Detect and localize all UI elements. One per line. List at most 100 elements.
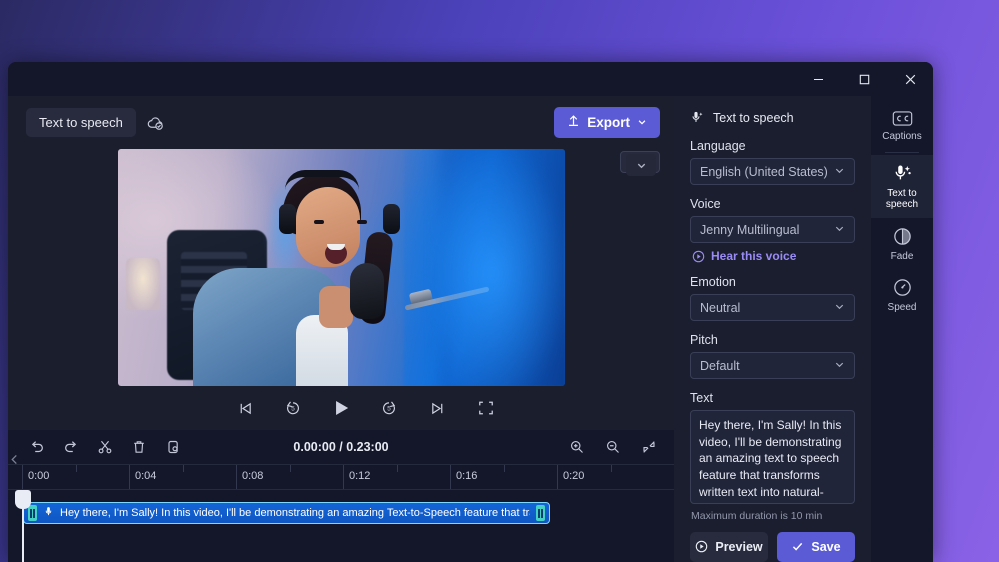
voice-select[interactable]: Jenny Multilingual [690, 216, 855, 244]
zoom-out-button[interactable] [602, 436, 624, 458]
language-label: Language [690, 139, 746, 153]
pitch-value: Default [700, 358, 740, 373]
language-select[interactable]: English (United States) [690, 158, 855, 186]
cloud-saved-icon [146, 113, 165, 132]
video-frame-image [117, 149, 565, 386]
ruler-tick-label: 0:08 [242, 470, 264, 482]
split-button[interactable] [94, 436, 116, 458]
export-button[interactable]: Export [554, 106, 660, 138]
project-name-field[interactable]: Text to speech [26, 107, 136, 137]
emotion-label: Emotion [690, 275, 736, 290]
emotion-select[interactable]: Neutral [690, 294, 855, 322]
rail-label-fade: Fade [890, 250, 914, 262]
audio-voice-icon [43, 504, 54, 522]
ruler-tick-major: 0:04 [129, 465, 156, 489]
playback-controls: 5 5 [8, 386, 674, 430]
svg-text:5: 5 [387, 406, 391, 413]
close-button[interactable] [887, 62, 933, 96]
hear-this-voice-button[interactable]: Hear this voice [692, 249, 855, 263]
check-icon [791, 540, 804, 553]
forward-5s-button[interactable]: 5 [375, 394, 403, 422]
ruler-tick-major: 0:20 [557, 465, 584, 489]
editor-column: Text to speech Export 5 5 0.00:00 / 0.23… [8, 96, 674, 562]
preview-button[interactable]: Preview [690, 531, 768, 562]
ruler-tick-major: 0:12 [343, 465, 370, 489]
ruler-tick-minor [75, 465, 77, 472]
chevron-down-icon [637, 115, 647, 130]
skip-to-end-button[interactable] [423, 394, 451, 422]
properties-panel-title: Text to speech [713, 110, 794, 125]
undo-button[interactable] [26, 436, 48, 458]
player-area: 9:16 [8, 148, 674, 430]
timeline-tracks: Hey there, I'm Sally! In this video, I'l… [8, 490, 674, 562]
clip-trim-handle-left[interactable] [28, 505, 37, 521]
timeline-toolbar: 0.00:00 / 0.23:00 [8, 430, 674, 464]
skip-to-start-button[interactable] [231, 394, 259, 422]
playhead[interactable] [15, 490, 31, 562]
rail-item-captions[interactable]: Captions [871, 102, 933, 150]
properties-panel-header: Text to speech [690, 110, 855, 125]
save-button[interactable]: Save [777, 531, 855, 562]
ruler-tick-minor [610, 465, 612, 472]
rail-item-fade[interactable]: Fade [871, 218, 933, 270]
audio-clip-label: Hey there, I'm Sally! In this video, I'l… [60, 507, 530, 519]
ruler-tick-major: 0:16 [450, 465, 477, 489]
speed-icon [892, 277, 913, 298]
fade-icon [892, 226, 913, 247]
clip-trim-handle-right[interactable] [536, 505, 545, 521]
language-value: English (United States) [700, 164, 828, 179]
text-to-speech-icon [892, 163, 913, 184]
minimize-button[interactable] [795, 62, 841, 96]
save-label: Save [811, 539, 841, 554]
clipchamp-app-window: Text to speech Export 5 5 0.00:00 / 0.23… [8, 62, 933, 562]
redo-button[interactable] [60, 436, 82, 458]
rail-item-text-to-speech[interactable]: Text to speech [871, 154, 933, 218]
play-button[interactable] [327, 394, 355, 422]
pitch-select[interactable]: Default [690, 352, 855, 380]
text-to-speech-icon [690, 110, 705, 125]
chevron-down-icon [834, 301, 845, 315]
delete-button[interactable] [128, 436, 150, 458]
chevron-down-icon [834, 165, 845, 179]
rewind-5s-button[interactable]: 5 [279, 394, 307, 422]
zoom-in-button[interactable] [566, 436, 588, 458]
ruler-tick-label: 0:16 [456, 470, 478, 482]
fullscreen-button[interactable] [472, 394, 500, 422]
cc-icon [892, 110, 913, 127]
play-circle-icon [692, 250, 705, 263]
ruler-tick-label: 0:04 [135, 470, 157, 482]
chevron-down-icon [834, 223, 845, 237]
maximize-button[interactable] [841, 62, 887, 96]
ruler-tick-label: 0:00 [28, 470, 50, 482]
ruler-tick-minor [289, 465, 291, 472]
ruler-tick-minor [503, 465, 505, 472]
collapse-panel-button[interactable] [626, 154, 656, 176]
rail-separator [885, 151, 919, 153]
video-preview[interactable] [117, 149, 565, 386]
preview-label: Preview [715, 539, 763, 554]
ruler-tick-label: 0:20 [563, 470, 585, 482]
title-bar [8, 62, 933, 96]
ruler-tick-minor [182, 465, 184, 472]
rail-label-speed: Speed [887, 302, 917, 313]
duplicate-button[interactable] [162, 436, 184, 458]
audio-clip[interactable]: Hey there, I'm Sally! In this video, I'l… [23, 502, 550, 524]
voice-value: Jenny Multilingual [700, 222, 800, 237]
rail-item-speed[interactable]: Speed [871, 269, 933, 321]
timeline: 0.00:00 / 0.23:00 0:00 0:04 0:08 0:12 0:1 [8, 430, 674, 562]
fit-to-screen-button[interactable] [638, 436, 660, 458]
ruler-tick-major: 0:00 [22, 465, 49, 489]
chevron-down-icon [834, 359, 845, 373]
timeline-ruler[interactable]: 0:00 0:04 0:08 0:12 0:16 0:20 [8, 464, 674, 490]
play-circle-icon [695, 540, 708, 553]
tool-rail: Captions Text to speech Fade Speed [871, 96, 933, 562]
export-label: Export [587, 114, 630, 130]
text-input[interactable]: Hey there, I'm Sally! In this video, I'l… [690, 410, 855, 504]
text-label: Text [690, 391, 713, 406]
rail-label-captions: Captions [882, 131, 922, 142]
voice-label: Voice [690, 197, 721, 212]
timeline-zoom-tools [566, 436, 660, 458]
ruler-tick-major: 0:08 [236, 465, 263, 489]
ruler-tick-minor [396, 465, 398, 472]
pitch-label: Pitch [690, 333, 718, 348]
